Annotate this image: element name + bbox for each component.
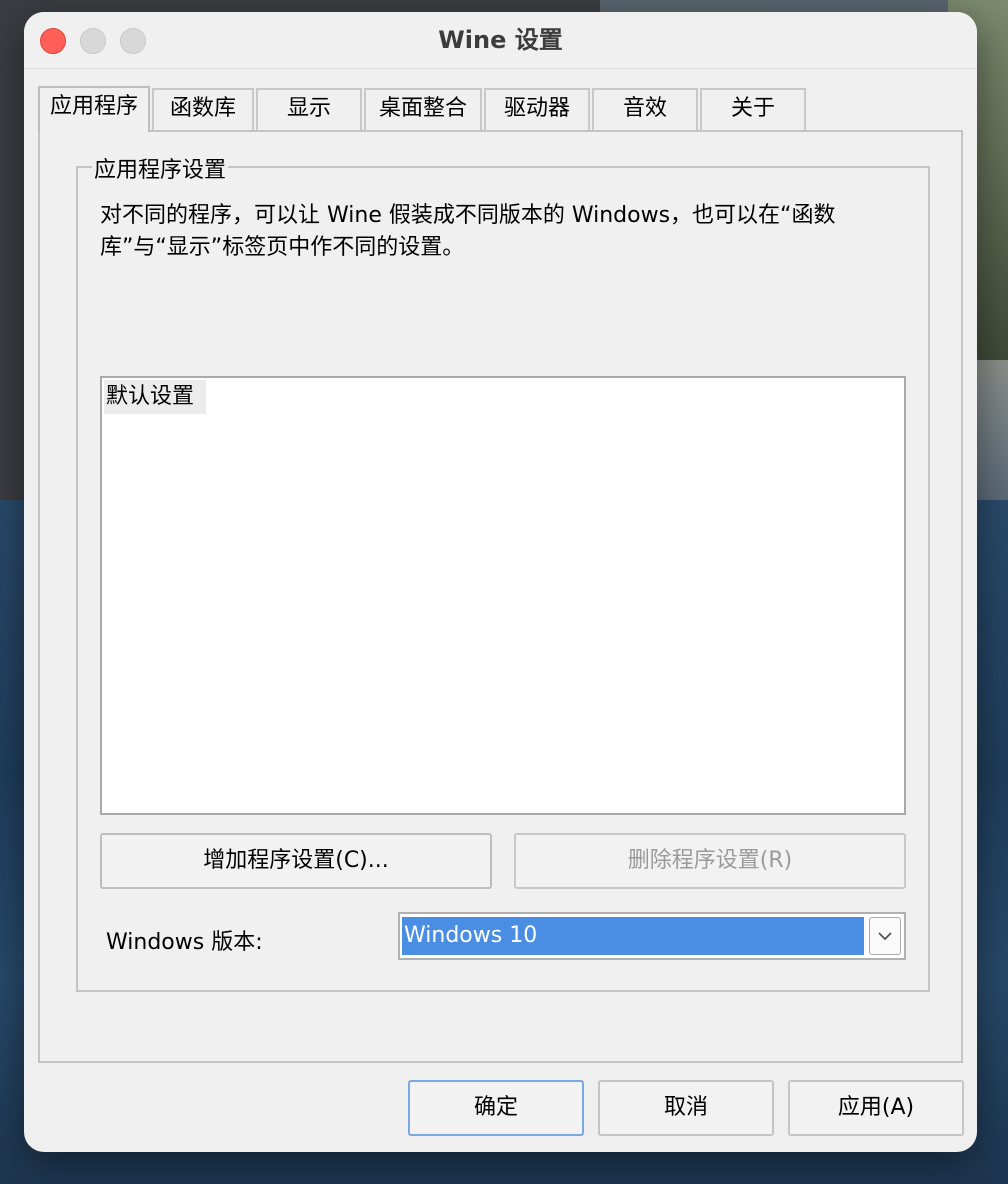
cancel-button[interactable]: 取消: [598, 1080, 774, 1136]
wine-settings-window: Wine 设置 应用程序 函数库 显示 桌面整合 驱动器 音效 关于 应用程序设…: [24, 12, 977, 1152]
ok-button[interactable]: 确定: [408, 1080, 584, 1136]
tab-libraries[interactable]: 函数库: [152, 88, 254, 130]
add-application-label: 增加程序设置(C)...: [203, 848, 389, 873]
chevron-down-icon: [878, 932, 892, 941]
tab-panel: 应用程序设置 对不同的程序，可以让 Wine 假装成不同版本的 Windows，…: [38, 130, 963, 1063]
tab-audio[interactable]: 音效: [592, 88, 698, 130]
dropdown-button[interactable]: [869, 917, 901, 955]
tab-drives[interactable]: 驱动器: [484, 88, 590, 130]
window-title: Wine 设置: [438, 26, 563, 54]
add-application-button[interactable]: 增加程序设置(C)...: [100, 833, 492, 889]
tab-applications[interactable]: 应用程序: [38, 86, 150, 132]
description-text: 对不同的程序，可以让 Wine 假装成不同版本的 Windows，也可以在“函数…: [100, 203, 836, 260]
tab-desktop-integration[interactable]: 桌面整合: [364, 88, 482, 130]
tab-graphics[interactable]: 显示: [256, 88, 362, 130]
tab-about[interactable]: 关于: [700, 88, 806, 130]
title-bar[interactable]: Wine 设置: [24, 12, 977, 69]
remove-application-label: 删除程序设置(R): [627, 848, 793, 873]
remove-application-button[interactable]: 删除程序设置(R): [514, 833, 906, 889]
application-list[interactable]: 默认设置: [100, 376, 906, 815]
application-settings-group: 应用程序设置 对不同的程序，可以让 Wine 假装成不同版本的 Windows，…: [76, 152, 930, 992]
group-label: 应用程序设置: [92, 152, 229, 184]
windows-version-label: Windows 版本:: [106, 930, 263, 955]
windows-version-select[interactable]: Windows 10: [398, 912, 906, 960]
apply-button[interactable]: 应用(A): [788, 1080, 964, 1136]
list-item[interactable]: 默认设置: [104, 380, 207, 414]
windows-version-value: Windows 10: [402, 917, 864, 955]
